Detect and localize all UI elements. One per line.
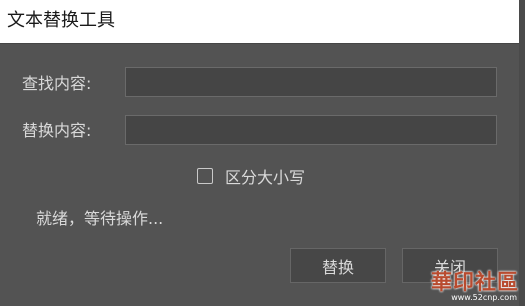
- case-sensitive-checkbox[interactable]: [197, 168, 213, 184]
- title-bar[interactable]: 文本替换工具: [0, 0, 519, 43]
- watermark-logo-text: 華印社區: [431, 269, 519, 294]
- replace-input[interactable]: [125, 115, 497, 145]
- case-sensitive-label: 区分大小写: [225, 168, 306, 187]
- replace-label: 替换内容:: [22, 121, 92, 140]
- replace-button[interactable]: 替换: [290, 248, 386, 283]
- window-edge: [519, 0, 525, 306]
- window-title: 文本替换工具: [7, 10, 115, 31]
- watermark: 華印社區 www.52cnp.com: [401, 266, 519, 302]
- find-label: 查找内容:: [22, 74, 92, 93]
- watermark-url: www.52cnp.com: [451, 293, 517, 302]
- find-input[interactable]: [125, 67, 497, 97]
- dialog-window: 文本替换工具 查找内容: 替换内容: 区分大小写 就绪，等待操作... 替换 关…: [0, 0, 525, 306]
- status-text: 就绪，等待操作...: [36, 209, 164, 228]
- case-sensitive-option[interactable]: 区分大小写: [197, 165, 305, 187]
